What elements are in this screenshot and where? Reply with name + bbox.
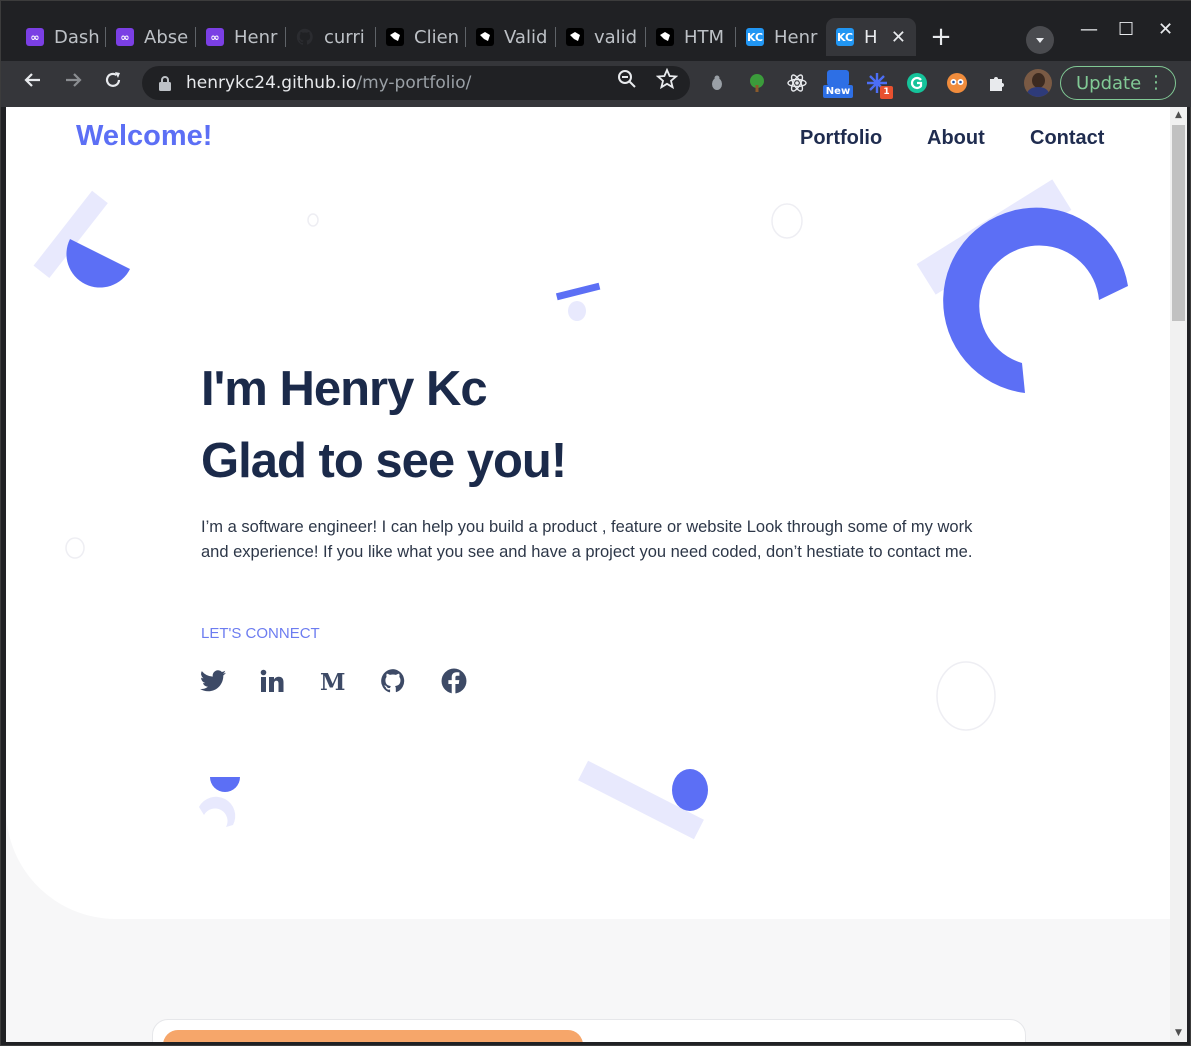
tab-label: Valid <box>504 26 548 48</box>
stack-icon: ∞ <box>116 28 134 46</box>
zoom-icon[interactable] <box>616 68 638 90</box>
update-label: Update <box>1076 72 1142 94</box>
sparkle-extension-icon[interactable]: 1 <box>865 71 893 99</box>
close-window-button[interactable]: ✕ <box>1158 19 1173 40</box>
hero-section: Welcome! Portfolio About Contact I'm Hen… <box>6 107 1170 919</box>
browser-toolbar: henrykc24.github.io/my-portfolio/ New 1 … <box>1 61 1191 107</box>
medium-icon[interactable]: M <box>319 667 347 695</box>
tab-henr-2[interactable]: KC Henr <box>736 18 826 56</box>
arrow-right-icon <box>66 73 82 87</box>
background-shapes <box>33 179 1128 840</box>
tab-dash[interactable]: ∞ Dash <box>16 18 106 56</box>
count-badge: 1 <box>880 86 893 99</box>
scroll-thumb[interactable] <box>1172 125 1185 321</box>
tab-clien[interactable]: Clien <box>376 18 466 56</box>
tab-strip: ∞ Dash ∞ Abse ∞ Henr curri Clien Valid v… <box>1 1 1191 61</box>
github-icon[interactable] <box>379 667 407 695</box>
stack-icon: ∞ <box>206 28 224 46</box>
hero-subtitle: Glad to see you! <box>201 434 567 488</box>
tab-valid-2[interactable]: valid <box>556 18 646 56</box>
maximize-button[interactable]: ☐ <box>1118 19 1134 40</box>
reload-button[interactable] <box>98 69 128 99</box>
puzzle-icon[interactable] <box>985 71 1009 95</box>
owl-extension-icon[interactable] <box>945 71 969 95</box>
scroll-up-icon[interactable]: ▲ <box>1173 110 1184 121</box>
new-tab-button[interactable]: + <box>926 23 956 53</box>
browser-window: ∞ Dash ∞ Abse ∞ Henr curri Clien Valid v… <box>0 0 1191 1046</box>
page-scrollbar[interactable]: ▲ ▼ <box>1170 107 1187 1042</box>
grammarly-icon[interactable] <box>905 71 929 95</box>
linkedin-icon[interactable] <box>258 667 286 695</box>
tab-valid[interactable]: Valid <box>466 18 556 56</box>
tab-active[interactable]: KC H ✕ <box>826 18 916 56</box>
hero-intro: I’m a software engineer! I can help you … <box>201 518 973 561</box>
react-devtools-icon[interactable] <box>785 71 809 95</box>
new-badge: New <box>823 85 853 98</box>
tab-label: curri <box>324 26 365 48</box>
bear-icon <box>386 28 404 46</box>
arrow-left-icon <box>24 73 40 87</box>
forward-button[interactable] <box>58 69 88 99</box>
scroll-down-icon[interactable]: ▼ <box>1173 1028 1184 1039</box>
github-icon <box>296 28 314 46</box>
tab-search-button[interactable] <box>1026 26 1054 54</box>
hero-title: I'm Henry Kc <box>201 362 488 416</box>
kc-icon: KC <box>746 28 764 46</box>
tab-label: Clien <box>414 26 460 48</box>
address-bar[interactable]: henrykc24.github.io/my-portfolio/ <box>142 66 690 100</box>
tab-label: valid <box>594 26 638 48</box>
tree-extension-icon[interactable] <box>745 71 769 95</box>
bear-icon <box>476 28 494 46</box>
svg-text:M: M <box>320 670 345 692</box>
nav-portfolio[interactable]: Portfolio <box>800 127 882 150</box>
tab-label: Abse <box>144 26 189 48</box>
update-button[interactable]: Update ⋮ <box>1060 66 1176 100</box>
star-icon[interactable] <box>656 68 678 90</box>
bug-extension-icon[interactable] <box>705 71 729 95</box>
tab-abse[interactable]: ∞ Abse <box>106 18 196 56</box>
back-button[interactable] <box>18 69 48 99</box>
close-icon[interactable]: ✕ <box>891 27 906 48</box>
bear-icon <box>656 28 674 46</box>
nav-about[interactable]: About <box>927 127 985 150</box>
lock-icon <box>159 76 171 91</box>
facebook-icon[interactable] <box>440 667 468 695</box>
bear-icon <box>566 28 584 46</box>
project-card-header <box>163 1030 583 1042</box>
tab-htm[interactable]: HTM <box>646 18 736 56</box>
minimize-button[interactable]: — <box>1080 19 1098 40</box>
stack-icon: ∞ <box>26 28 44 46</box>
page-content: Welcome! Portfolio About Contact I'm Hen… <box>6 107 1170 1042</box>
tab-label: Dash <box>54 26 100 48</box>
url-text[interactable]: henrykc24.github.io/my-portfolio/ <box>186 73 471 93</box>
tab-label: Henr <box>774 26 818 48</box>
reload-icon <box>105 72 121 87</box>
brand-logo[interactable]: Welcome! <box>76 120 212 153</box>
more-vert-icon: ⋮ <box>1147 72 1165 93</box>
tab-label: Henr <box>234 26 278 48</box>
tab-henr[interactable]: ∞ Henr <box>196 18 286 56</box>
twitter-icon[interactable] <box>199 667 227 695</box>
chevron-down-icon <box>1036 38 1044 43</box>
connect-label: LET'S CONNECT <box>201 625 320 642</box>
nav-contact[interactable]: Contact <box>1030 127 1104 150</box>
tab-label: HTM <box>684 26 725 48</box>
kc-icon: KC <box>836 28 854 46</box>
tab-label: H <box>864 26 878 48</box>
tab-curri[interactable]: curri <box>286 18 376 56</box>
news-extension-icon[interactable]: New <box>823 68 853 98</box>
avatar[interactable] <box>1024 69 1052 97</box>
